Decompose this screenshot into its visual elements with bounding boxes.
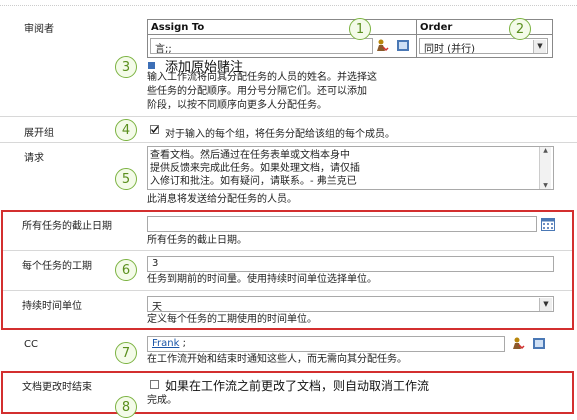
end-on-change-text: 如果在工作流之前更改了文档，则自动取消工作流 (165, 379, 430, 393)
duration-input[interactable]: 3 (147, 256, 554, 272)
request-textarea[interactable]: 查看文档。然后通过在任务表单或文档本身中 提供反馈来完成此任务。如果处理文档，请… (147, 146, 554, 190)
address-book-icon[interactable] (396, 39, 414, 51)
due-date-desc: 所有任务的截止日期。 (147, 235, 247, 246)
chevron-down-icon[interactable]: ▼ (539, 298, 552, 311)
duration-units-desc: 定义每个任务的工期使用的时间单位。 (147, 314, 317, 325)
duration-desc: 任务到期前的时间量。使用持续时间单位选择单位。 (147, 274, 377, 285)
request-line-3: 入修订和批注。如有疑问，请联系。- 弗兰克已 (150, 176, 357, 187)
duration-units-label: 持续时间单位 (22, 301, 82, 312)
cc-desc: 在工作流开始和结束时通知这些人，而无需向其分配任务。 (147, 354, 407, 365)
assign-to-input[interactable]: 言;; (150, 38, 373, 55)
duration-units-select[interactable]: 天 ▼ (147, 296, 554, 313)
approvers-label: 审阅者 (24, 24, 54, 35)
request-line-1: 查看文档。然后通过在任务表单或文档本身中 (150, 150, 350, 161)
expand-groups-text: 对于输入的每个组，将任务分配给该组的每个成员。 (165, 129, 395, 140)
chevron-down-icon[interactable]: ▼ (533, 40, 546, 53)
request-line-2: 提供反馈来完成此任务。如果处理文档，请仅插 (150, 163, 360, 174)
due-date-input[interactable] (147, 216, 537, 232)
calendar-icon[interactable] (541, 218, 555, 231)
approvers-desc-3: 阶段，以按不同顺序向更多人分配任务。 (147, 100, 327, 111)
cc-person[interactable]: Frank (152, 338, 179, 349)
end-on-change-checkbox[interactable] (150, 380, 159, 389)
request-desc: 此消息将发送给分配任务的人员。 (147, 194, 297, 205)
callout-8: 8 (115, 396, 137, 418)
col-order: Order (420, 22, 453, 33)
callout-7: 7 (115, 342, 137, 364)
callout-1: 1 (349, 18, 371, 40)
end-on-change-desc: 完成。 (147, 395, 177, 406)
check-names-icon[interactable] (377, 39, 395, 52)
expand-groups-label: 展开组 (24, 128, 54, 139)
callout-2: 2 (509, 18, 531, 40)
end-on-change-label: 文档更改时结束 (22, 382, 92, 393)
request-scrollbar[interactable]: ▲ ▼ (539, 147, 551, 189)
callout-5: 5 (115, 168, 137, 190)
callout-4: 4 (115, 119, 137, 141)
callout-6: 6 (115, 259, 137, 281)
address-book-icon[interactable] (532, 337, 550, 349)
request-label: 请求 (24, 153, 44, 164)
callout-3: 3 (115, 56, 137, 78)
duration-label: 每个任务的工期 (22, 261, 92, 272)
cc-label: CC (24, 339, 38, 350)
order-select[interactable]: 同时 (并行) ▼ (419, 38, 548, 55)
check-names-icon[interactable] (513, 337, 531, 350)
approvers-desc-1: 输入工作流将向其分配任务的人员的姓名。并选择这 (147, 72, 377, 83)
expand-groups-checkbox[interactable] (150, 125, 159, 134)
due-date-label: 所有任务的截止日期 (22, 221, 112, 232)
col-assign-to: Assign To (151, 22, 205, 33)
add-stage-icon (148, 62, 155, 69)
cc-input[interactable]: Frank ; (147, 336, 505, 352)
approvers-desc-2: 些任务的分配顺序。用分号分隔它们。还可以添加 (147, 86, 367, 97)
